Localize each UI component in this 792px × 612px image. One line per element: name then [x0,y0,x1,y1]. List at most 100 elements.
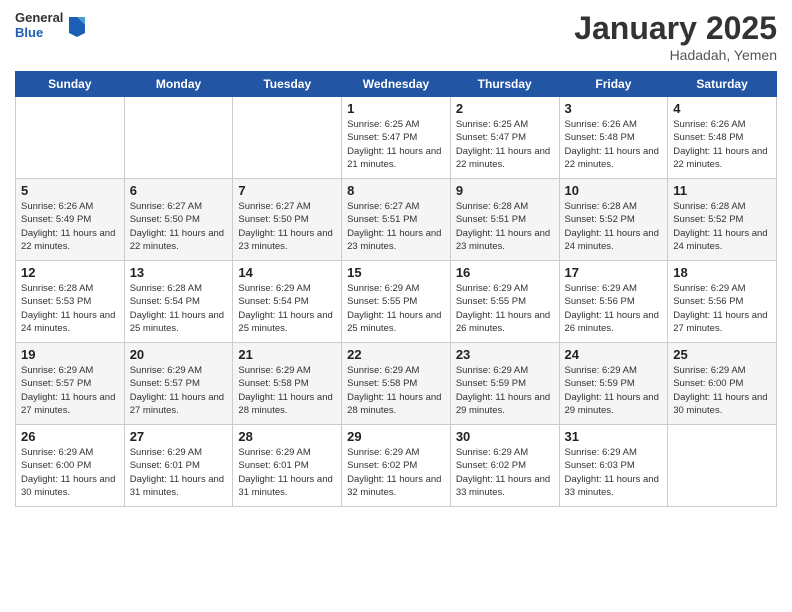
day-number: 17 [565,265,663,280]
calendar-cell: 16 Sunrise: 6:29 AM Sunset: 5:55 PM Dayli… [450,261,559,343]
day-info: Sunrise: 6:29 AM Sunset: 5:55 PM Dayligh… [347,282,445,335]
calendar-cell: 11 Sunrise: 6:28 AM Sunset: 5:52 PM Dayli… [668,179,777,261]
calendar-cell [233,97,342,179]
calendar-cell: 26 Sunrise: 6:29 AM Sunset: 6:00 PM Dayli… [16,425,125,507]
calendar-cell [124,97,233,179]
calendar-header-row: Sunday Monday Tuesday Wednesday Thursday… [16,72,777,97]
day-info: Sunrise: 6:29 AM Sunset: 6:02 PM Dayligh… [456,446,554,499]
day-info: Sunrise: 6:29 AM Sunset: 5:58 PM Dayligh… [238,364,336,417]
day-number: 9 [456,183,554,198]
day-info: Sunrise: 6:29 AM Sunset: 6:01 PM Dayligh… [130,446,228,499]
day-number: 16 [456,265,554,280]
page: General Blue January 2025 Hadadah, Yemen… [0,0,792,612]
day-number: 30 [456,429,554,444]
calendar-cell: 20 Sunrise: 6:29 AM Sunset: 5:57 PM Dayli… [124,343,233,425]
col-sunday: Sunday [16,72,125,97]
day-number: 4 [673,101,771,116]
calendar-cell: 12Sunrise: 6:28 AM Sunset: 5:53 PM Dayli… [16,261,125,343]
day-number: 10 [565,183,663,198]
day-info: Sunrise: 6:29 AM Sunset: 5:57 PM Dayligh… [130,364,228,417]
day-info: Sunrise: 6:26 AM Sunset: 5:48 PM Dayligh… [673,118,771,171]
day-number: 20 [130,347,228,362]
day-number: 19 [21,347,119,362]
day-info: Sunrise: 6:26 AM Sunset: 5:49 PM Dayligh… [21,200,119,253]
day-number: 11 [673,183,771,198]
day-number: 1 [347,101,445,116]
day-info: Sunrise: 6:29 AM Sunset: 6:02 PM Dayligh… [347,446,445,499]
calendar-cell: 29 Sunrise: 6:29 AM Sunset: 6:02 PM Dayli… [342,425,451,507]
calendar-cell: 13 Sunrise: 6:28 AM Sunset: 5:54 PM Dayli… [124,261,233,343]
day-info: Sunrise: 6:28 AM Sunset: 5:51 PM Dayligh… [456,200,554,253]
day-number: 3 [565,101,663,116]
day-info: Sunrise: 6:26 AM Sunset: 5:48 PM Dayligh… [565,118,663,171]
calendar-cell: 15 Sunrise: 6:29 AM Sunset: 5:55 PM Dayli… [342,261,451,343]
calendar-cell [668,425,777,507]
day-number: 24 [565,347,663,362]
day-info: Sunrise: 6:29 AM Sunset: 6:00 PM Dayligh… [21,446,119,499]
title-block: January 2025 Hadadah, Yemen [574,10,777,63]
day-number: 31 [565,429,663,444]
calendar-cell: 2Sunrise: 6:25 AM Sunset: 5:47 PM Daylig… [450,97,559,179]
day-info: Sunrise: 6:29 AM Sunset: 5:55 PM Dayligh… [456,282,554,335]
day-number: 18 [673,265,771,280]
calendar-cell: 18 Sunrise: 6:29 AM Sunset: 5:56 PM Dayli… [668,261,777,343]
day-info: Sunrise: 6:29 AM Sunset: 6:03 PM Dayligh… [565,446,663,499]
calendar-cell: 24Sunrise: 6:29 AM Sunset: 5:59 PM Dayli… [559,343,668,425]
calendar-cell: 3 Sunrise: 6:26 AM Sunset: 5:48 PM Daylig… [559,97,668,179]
calendar-cell: 21 Sunrise: 6:29 AM Sunset: 5:58 PM Dayli… [233,343,342,425]
col-saturday: Saturday [668,72,777,97]
day-number: 2 [456,101,554,116]
day-info: Sunrise: 6:27 AM Sunset: 5:51 PM Dayligh… [347,200,445,253]
day-info: Sunrise: 6:29 AM Sunset: 5:54 PM Dayligh… [238,282,336,335]
calendar-cell: 22 Sunrise: 6:29 AM Sunset: 5:58 PM Dayli… [342,343,451,425]
day-number: 8 [347,183,445,198]
calendar-cell: 7Sunrise: 6:27 AM Sunset: 5:50 PM Daylig… [233,179,342,261]
col-friday: Friday [559,72,668,97]
day-info: Sunrise: 6:29 AM Sunset: 5:58 PM Dayligh… [347,364,445,417]
day-info: Sunrise: 6:28 AM Sunset: 5:52 PM Dayligh… [673,200,771,253]
day-number: 21 [238,347,336,362]
day-info: Sunrise: 6:28 AM Sunset: 5:54 PM Dayligh… [130,282,228,335]
day-number: 22 [347,347,445,362]
calendar-location: Hadadah, Yemen [574,47,777,63]
header: General Blue January 2025 Hadadah, Yemen [15,10,777,63]
calendar-cell: 28Sunrise: 6:29 AM Sunset: 6:01 PM Dayli… [233,425,342,507]
calendar-week-row: 12Sunrise: 6:28 AM Sunset: 5:53 PM Dayli… [16,261,777,343]
day-number: 14 [238,265,336,280]
logo-general: General [15,10,63,25]
day-info: Sunrise: 6:28 AM Sunset: 5:52 PM Dayligh… [565,200,663,253]
day-info: Sunrise: 6:29 AM Sunset: 5:57 PM Dayligh… [21,364,119,417]
logo: General Blue [15,10,87,40]
calendar-cell: 27Sunrise: 6:29 AM Sunset: 6:01 PM Dayli… [124,425,233,507]
day-number: 29 [347,429,445,444]
calendar-week-row: 5 Sunrise: 6:26 AM Sunset: 5:49 PM Daylig… [16,179,777,261]
day-info: Sunrise: 6:29 AM Sunset: 5:56 PM Dayligh… [565,282,663,335]
calendar-cell: 14 Sunrise: 6:29 AM Sunset: 5:54 PM Dayli… [233,261,342,343]
calendar-cell: 31 Sunrise: 6:29 AM Sunset: 6:03 PM Dayli… [559,425,668,507]
day-number: 23 [456,347,554,362]
calendar-week-row: 26 Sunrise: 6:29 AM Sunset: 6:00 PM Dayli… [16,425,777,507]
calendar-cell: 5 Sunrise: 6:26 AM Sunset: 5:49 PM Daylig… [16,179,125,261]
day-info: Sunrise: 6:28 AM Sunset: 5:53 PM Dayligh… [21,282,119,335]
day-number: 13 [130,265,228,280]
calendar-week-row: 19 Sunrise: 6:29 AM Sunset: 5:57 PM Dayli… [16,343,777,425]
day-number: 7 [238,183,336,198]
calendar-cell: 30 Sunrise: 6:29 AM Sunset: 6:02 PM Dayli… [450,425,559,507]
calendar-cell: 23Sunrise: 6:29 AM Sunset: 5:59 PM Dayli… [450,343,559,425]
calendar-cell: 8 Sunrise: 6:27 AM Sunset: 5:51 PM Daylig… [342,179,451,261]
day-number: 15 [347,265,445,280]
calendar-cell: 10 Sunrise: 6:28 AM Sunset: 5:52 PM Dayli… [559,179,668,261]
calendar-cell: 17 Sunrise: 6:29 AM Sunset: 5:56 PM Dayli… [559,261,668,343]
day-number: 6 [130,183,228,198]
col-wednesday: Wednesday [342,72,451,97]
calendar-cell: 1Sunrise: 6:25 AM Sunset: 5:47 PM Daylig… [342,97,451,179]
day-number: 26 [21,429,119,444]
col-monday: Monday [124,72,233,97]
day-info: Sunrise: 6:27 AM Sunset: 5:50 PM Dayligh… [130,200,228,253]
day-info: Sunrise: 6:29 AM Sunset: 5:56 PM Dayligh… [673,282,771,335]
col-tuesday: Tuesday [233,72,342,97]
day-number: 5 [21,183,119,198]
calendar-cell [16,97,125,179]
logo-text: General Blue [15,10,63,40]
logo-icon [67,13,87,37]
